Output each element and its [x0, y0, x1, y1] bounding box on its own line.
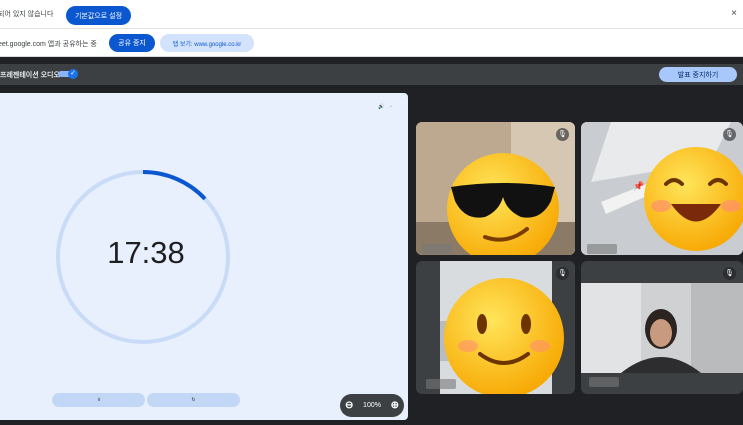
mic-off-icon: 🎙 — [723, 128, 736, 141]
participant-name-blurred — [422, 244, 452, 254]
participant-tile[interactable]: 🎙 — [581, 261, 743, 394]
mic-off-icon: 🎙 — [723, 267, 736, 280]
stop-sharing-button[interactable]: 공유 중지 — [109, 34, 155, 52]
check-icon: ✓ — [68, 69, 78, 79]
smiling-emoji-icon — [444, 278, 564, 394]
sharing-message: eet.google.com 앱과 공유하는 중 — [0, 41, 97, 48]
zoom-out-icon[interactable]: ⊖ — [345, 400, 353, 411]
timer-display: 17:38 — [107, 235, 185, 270]
participant-name-blurred — [589, 377, 619, 387]
participant-tile[interactable]: 🎙 — [416, 261, 575, 394]
sunglasses-emoji-icon — [447, 153, 559, 255]
set-default-button[interactable]: 기본값으로 설정 — [66, 6, 131, 25]
presentation-audio-toggle[interactable]: ✓ — [58, 69, 78, 79]
laughing-emoji-icon — [644, 147, 743, 251]
participant-tile[interactable]: 📌 🎙 — [581, 122, 743, 255]
shared-screen: 🔊 ▫ 17:38 ॥ ↻ — [0, 93, 408, 420]
zoom-level: 100% — [363, 402, 381, 409]
mic-off-icon: 🎙 — [556, 267, 569, 280]
participant-name-blurred — [587, 244, 617, 254]
close-icon[interactable]: × — [729, 9, 739, 19]
zoom-control: ⊖ 100% ⊕ — [340, 394, 404, 417]
presenter-toolbar: 프레젠테이션 오디오 ✓ 발표 중지하기 — [0, 64, 743, 85]
screen-sharing-bar: eet.google.com 앱과 공유하는 중 공유 중지 탭 보기: www… — [0, 29, 743, 57]
video-background — [581, 283, 743, 373]
participant-tile[interactable]: 🎙 — [416, 122, 575, 255]
stop-presenting-button[interactable]: 발표 중지하기 — [659, 67, 737, 82]
view-tab-button[interactable]: 탭 보기: www.google.co.kr — [160, 34, 254, 52]
mic-off-icon: 🎙 — [556, 128, 569, 141]
participant-name-blurred — [426, 379, 456, 389]
window-icon: ▫ — [390, 104, 392, 110]
pause-button[interactable]: ॥ — [52, 393, 145, 407]
presentation-audio-label: 프레젠테이션 오디오 — [0, 72, 60, 79]
default-browser-message: 되어 있지 않습니다 — [0, 11, 54, 18]
speaker-icon: 🔊 — [378, 104, 385, 110]
default-browser-bar: 되어 있지 않습니다 기본값으로 설정 × — [0, 0, 743, 29]
zoom-in-icon[interactable]: ⊕ — [391, 400, 399, 411]
reset-button[interactable]: ↻ — [147, 393, 240, 407]
pin-icon[interactable]: 📌 — [633, 181, 644, 192]
